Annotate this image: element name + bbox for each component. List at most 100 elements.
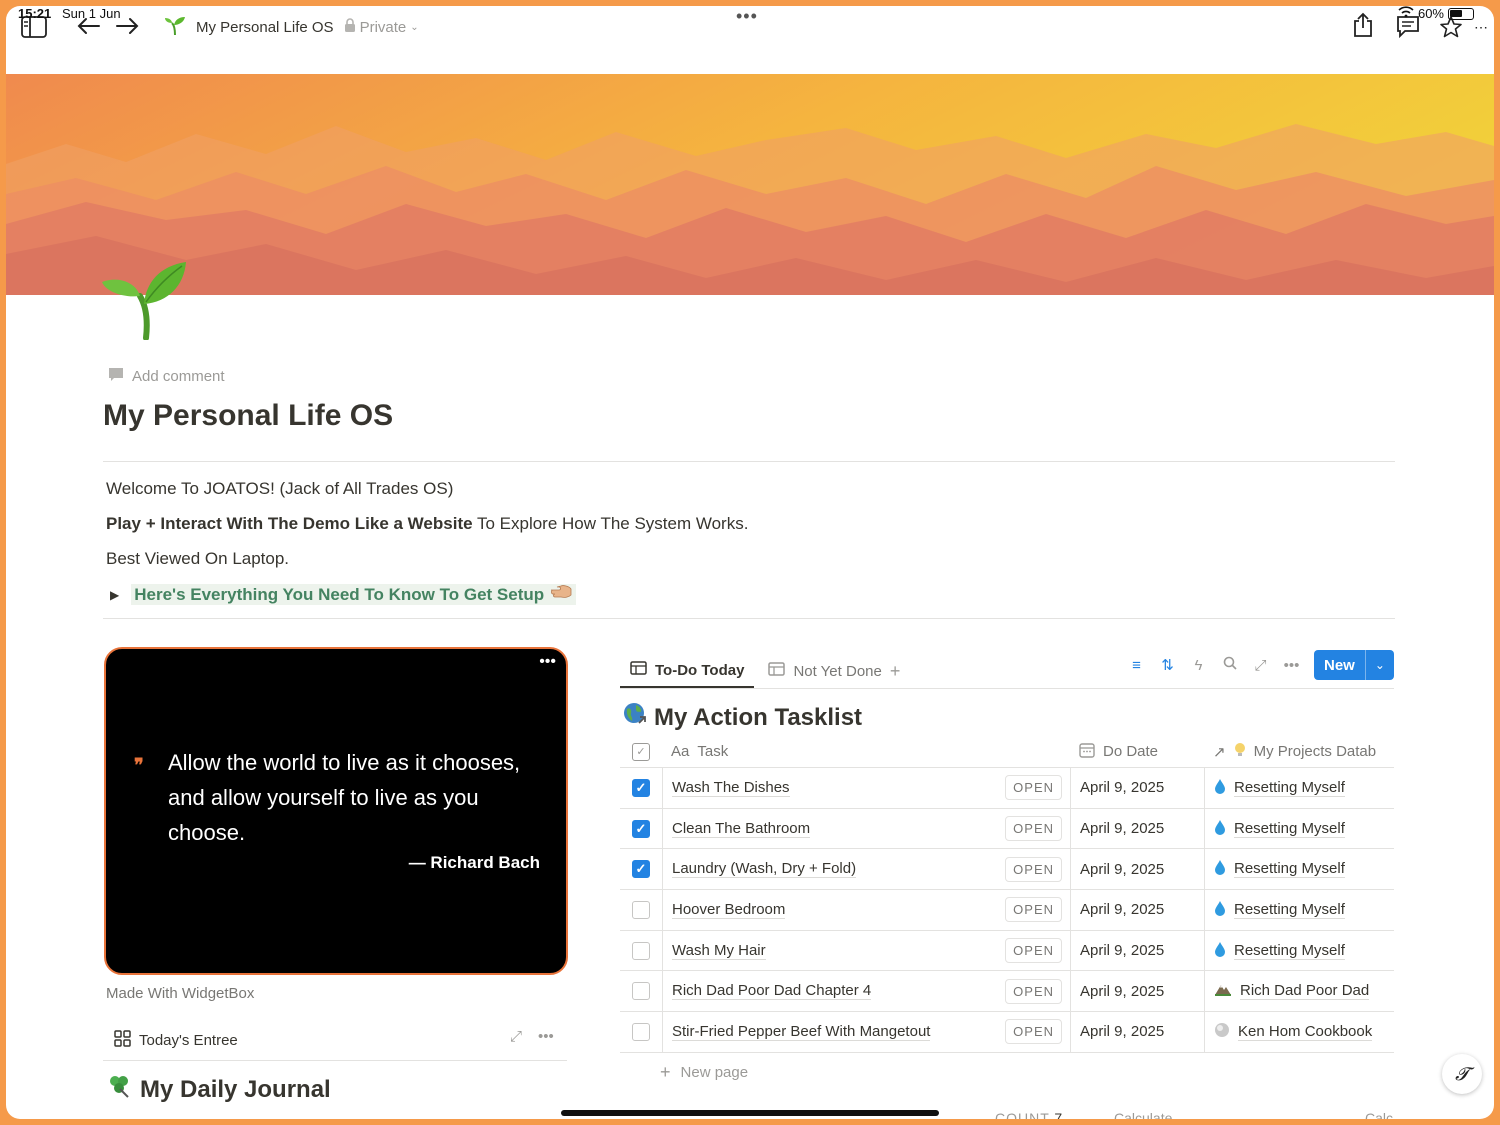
calculate-cell[interactable]: Calculate ⌄ xyxy=(1114,1110,1188,1119)
project-link[interactable]: Resetting Myself xyxy=(1234,901,1345,919)
task-cell[interactable]: Wash My Hair OPEN xyxy=(662,930,1070,971)
table-header: ✓ Aa Task Do Date ↗ My Projects Datab xyxy=(620,736,1394,768)
sprout-page-icon[interactable] xyxy=(100,254,190,341)
notion-ai-button[interactable]: 𝓣 xyxy=(1442,1054,1482,1094)
open-button[interactable]: OPEN xyxy=(1005,856,1062,882)
calc-cell[interactable]: Calc xyxy=(1365,1110,1393,1119)
project-cell[interactable]: Resetting Myself xyxy=(1204,808,1394,849)
task-cell[interactable]: Hoover Bedroom OPEN xyxy=(662,890,1070,930)
date-cell[interactable]: April 9, 2025 xyxy=(1070,930,1204,971)
task-name[interactable]: Hoover Bedroom xyxy=(672,901,786,919)
checked-checkbox[interactable]: ✓ xyxy=(632,860,650,879)
entree-more-icon[interactable]: ••• xyxy=(538,1028,554,1045)
project-cell[interactable]: Resetting Myself xyxy=(1204,768,1394,808)
task-name[interactable]: Stir-Fried Pepper Beef With Mangetout xyxy=(672,1023,931,1041)
date-cell[interactable]: April 9, 2025 xyxy=(1070,768,1204,808)
task-name[interactable]: Laundry (Wash, Dry + Fold) xyxy=(672,860,857,879)
date-cell[interactable]: April 9, 2025 xyxy=(1070,808,1204,849)
table-row[interactable]: Hoover Bedroom OPEN April 9, 2025 Resett… xyxy=(620,890,1394,931)
task-name[interactable]: Wash My Hair xyxy=(672,942,766,960)
add-view-icon[interactable]: + xyxy=(890,661,901,682)
quote-widget[interactable]: ••• ❞ Allow the world to live as it choo… xyxy=(104,647,568,975)
project-cell[interactable]: Resetting Myself xyxy=(1204,890,1394,930)
home-indicator[interactable] xyxy=(561,1110,939,1116)
open-button[interactable]: OPEN xyxy=(1005,816,1062,842)
add-comment-button[interactable]: Add comment xyxy=(108,367,225,386)
task-column-header[interactable]: Aa Task xyxy=(662,736,1070,767)
unchecked-checkbox[interactable] xyxy=(632,941,650,960)
database-title[interactable]: My Action Tasklist xyxy=(622,701,862,734)
new-button[interactable]: New ⌄ xyxy=(1314,650,1394,680)
checked-checkbox[interactable]: ✓ xyxy=(632,819,650,838)
widget-more-icon[interactable]: ••• xyxy=(539,653,556,671)
checkbox-cell[interactable]: ✓ xyxy=(620,819,662,838)
unchecked-checkbox[interactable] xyxy=(632,1022,650,1041)
checkbox-cell[interactable] xyxy=(620,900,662,919)
checkbox-cell[interactable] xyxy=(620,982,662,1001)
project-cell[interactable]: Resetting Myself xyxy=(1204,930,1394,971)
checked-checkbox[interactable]: ✓ xyxy=(632,778,650,797)
project-cell[interactable]: Rich Dad Poor Dad xyxy=(1204,971,1394,1012)
page-title[interactable]: My Personal Life OS xyxy=(103,399,393,433)
checkbox-cell[interactable]: ✓ xyxy=(620,860,662,879)
date-cell[interactable]: April 9, 2025 xyxy=(1070,1012,1204,1052)
journal-heading[interactable]: My Daily Journal xyxy=(106,1073,331,1106)
date-cell[interactable]: April 9, 2025 xyxy=(1070,849,1204,890)
date-cell[interactable]: April 9, 2025 xyxy=(1070,971,1204,1012)
search-icon[interactable] xyxy=(1221,656,1238,674)
task-cell[interactable]: Clean The Bathroom OPEN xyxy=(662,808,1070,849)
task-name[interactable]: Clean The Bathroom xyxy=(672,820,811,838)
expand-icon[interactable]: ⤢ xyxy=(510,1028,522,1045)
project-link[interactable]: Resetting Myself xyxy=(1234,820,1345,838)
automation-icon[interactable]: ϟ xyxy=(1190,657,1207,674)
open-button[interactable]: OPEN xyxy=(1005,775,1062,801)
count-cell[interactable]: COUNT 7 xyxy=(995,1110,1063,1119)
project-link[interactable]: Resetting Myself xyxy=(1234,779,1345,797)
checkbox-cell[interactable] xyxy=(620,1022,662,1041)
filter-icon[interactable]: ≡ xyxy=(1128,657,1145,674)
open-button[interactable]: OPEN xyxy=(1005,938,1062,964)
project-link[interactable]: Rich Dad Poor Dad xyxy=(1240,982,1370,1001)
table-row[interactable]: Rich Dad Poor Dad Chapter 4 OPEN April 9… xyxy=(620,971,1394,1013)
table-row[interactable]: ✓ Clean The Bathroom OPEN April 9, 2025 … xyxy=(620,808,1394,850)
tab-to-do-today[interactable]: To-Do Today xyxy=(620,654,755,688)
setup-toggle-label[interactable]: Here's Everything You Need To Know To Ge… xyxy=(131,584,576,605)
table-row[interactable]: ✓ Wash The Dishes OPEN April 9, 2025 Res… xyxy=(620,768,1394,809)
date-cell[interactable]: April 9, 2025 xyxy=(1070,890,1204,930)
widget-caption[interactable]: Made With WidgetBox xyxy=(106,985,254,1002)
project-column-header[interactable]: ↗ My Projects Datab xyxy=(1204,736,1394,767)
view-more-icon[interactable]: ••• xyxy=(1283,657,1300,674)
project-link[interactable]: Ken Hom Cookbook xyxy=(1238,1023,1373,1041)
do-date-column-header[interactable]: Do Date xyxy=(1070,736,1204,767)
todays-entree-view[interactable]: Today's Entree xyxy=(114,1030,238,1051)
checkbox-cell[interactable] xyxy=(620,941,662,960)
table-row[interactable]: Stir-Fried Pepper Beef With Mangetout OP… xyxy=(620,1012,1394,1053)
new-page-button[interactable]: + New page xyxy=(620,1053,1394,1093)
toggle-arrow-icon[interactable]: ▶ xyxy=(110,588,119,602)
setup-toggle[interactable]: ▶ Here's Everything You Need To Know To … xyxy=(110,584,576,605)
task-name[interactable]: Rich Dad Poor Dad Chapter 4 xyxy=(672,982,872,1001)
open-button[interactable]: OPEN xyxy=(1005,897,1062,923)
task-name[interactable]: Wash The Dishes xyxy=(672,779,790,797)
open-full-page-icon[interactable]: ⤢ xyxy=(1252,657,1269,674)
tab-not-yet-done[interactable]: Not Yet Done + xyxy=(758,654,910,688)
database-title-text: My Action Tasklist xyxy=(654,703,863,731)
project-link[interactable]: Resetting Myself xyxy=(1234,942,1345,960)
project-link[interactable]: Resetting Myself xyxy=(1234,860,1345,879)
task-cell[interactable]: Stir-Fried Pepper Beef With Mangetout OP… xyxy=(662,1012,1070,1052)
checkbox-column-header[interactable]: ✓ xyxy=(620,742,662,761)
chevron-down-icon[interactable]: ⌄ xyxy=(1366,658,1394,672)
task-cell[interactable]: Rich Dad Poor Dad Chapter 4 OPEN xyxy=(662,971,1070,1012)
sort-icon[interactable]: ⇅ xyxy=(1159,656,1176,674)
table-row[interactable]: Wash My Hair OPEN April 9, 2025 Resettin… xyxy=(620,930,1394,972)
checkbox-cell[interactable]: ✓ xyxy=(620,778,662,797)
unchecked-checkbox[interactable] xyxy=(632,900,650,919)
project-cell[interactable]: Ken Hom Cookbook xyxy=(1204,1012,1394,1052)
task-cell[interactable]: Wash The Dishes OPEN xyxy=(662,768,1070,808)
table-row[interactable]: ✓ Laundry (Wash, Dry + Fold) OPEN April … xyxy=(620,849,1394,891)
task-cell[interactable]: Laundry (Wash, Dry + Fold) OPEN xyxy=(662,849,1070,890)
project-cell[interactable]: Resetting Myself xyxy=(1204,849,1394,890)
open-button[interactable]: OPEN xyxy=(1005,1019,1062,1045)
unchecked-checkbox[interactable] xyxy=(632,982,650,1001)
open-button[interactable]: OPEN xyxy=(1005,978,1062,1004)
